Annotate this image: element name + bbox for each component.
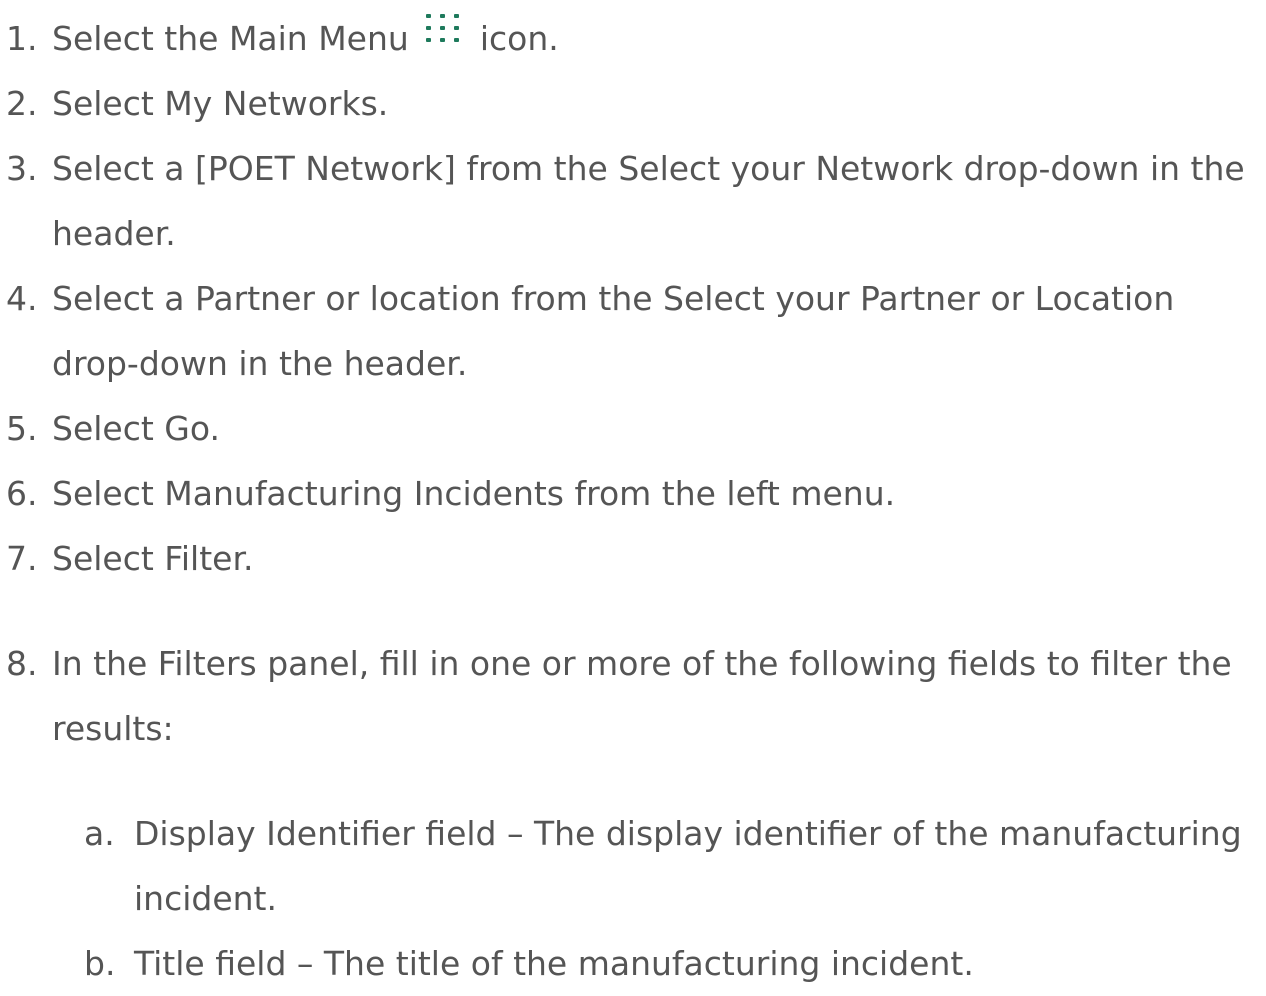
step-3: 3. Select a [POET Network] from the Sele… [0, 136, 1260, 266]
substep-text: Display Identifier field – The display i… [134, 814, 1242, 918]
step-number: 1. [6, 19, 38, 58]
step-8: 8. In the Filters panel, fill in one or … [0, 631, 1260, 761]
substep-letter: a. [84, 814, 115, 853]
step-6: 6. Select Manufacturing Incidents from t… [0, 461, 1260, 526]
grid-menu-icon [426, 14, 460, 42]
substep-a: a. Display Identifier field – The displa… [80, 801, 1260, 931]
step-4: 4. Select a Partner or location from the… [0, 266, 1260, 396]
step-number: 8. [6, 644, 38, 683]
step-text: Select Filter. [52, 539, 254, 578]
step-text: Select a [POET Network] from the Select … [52, 149, 1245, 253]
step-number: 6. [6, 474, 38, 513]
step-text: Select Go. [52, 409, 220, 448]
step-text-after: icon. [479, 19, 559, 58]
step-text-before: Select the Main Menu [52, 19, 409, 58]
instruction-list: 1. Select the Main Menu icon. 2. Select … [0, 6, 1260, 996]
step-number: 4. [6, 279, 38, 318]
step-number: 5. [6, 409, 38, 448]
step-text: Select the Main Menu icon. [52, 6, 1260, 71]
substep-text: Title field – The title of the manufactu… [134, 944, 974, 983]
step-5: 5. Select Go. [0, 396, 1260, 461]
substep-b: b. Title field – The title of the manufa… [80, 931, 1260, 996]
step-text: Select a Partner or location from the Se… [52, 279, 1175, 383]
substep-list: a. Display Identifier field – The displa… [0, 801, 1260, 996]
step-text: In the Filters panel, fill in one or mor… [52, 644, 1232, 748]
step-number: 3. [6, 149, 38, 188]
step-text: Select My Networks. [52, 84, 389, 123]
step-7: 7. Select Filter. [0, 526, 1260, 591]
substep-letter: b. [84, 944, 116, 983]
step-number: 2. [6, 84, 38, 123]
step-1: 1. Select the Main Menu icon. [0, 6, 1260, 71]
step-2: 2. Select My Networks. [0, 71, 1260, 136]
step-text: Select Manufacturing Incidents from the … [52, 474, 896, 513]
step-number: 7. [6, 539, 38, 578]
